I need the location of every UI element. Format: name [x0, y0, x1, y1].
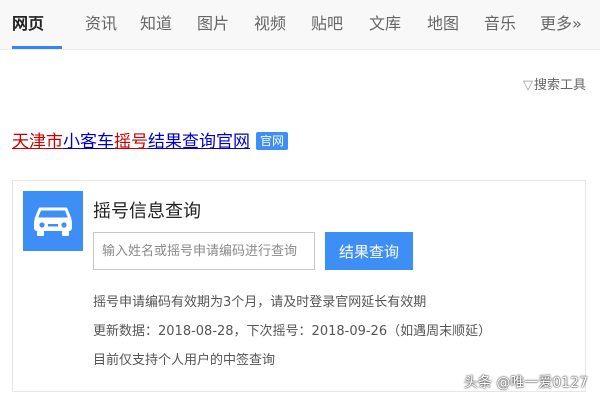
tab-images[interactable]: 图片 [197, 10, 229, 34]
query-button[interactable]: 结果查询 [325, 232, 413, 270]
search-tools-label: 搜索工具 [533, 78, 586, 93]
tab-map[interactable]: 地图 [427, 10, 459, 34]
info-line: 更新数据：2018-08-28，下次摇号：2018-09-26（如遇周末顺延） [93, 324, 492, 339]
query-heading: 摇号信息查询 [93, 201, 201, 222]
info-line: 目前仅支持个人用户的中签查询 [93, 353, 276, 368]
tab-wenku[interactable]: 文库 [369, 10, 401, 34]
car-icon [23, 191, 83, 251]
tab-web[interactable]: 网页 [12, 10, 44, 34]
funnel-icon: ▽ [522, 78, 533, 93]
search-tools-button[interactable]: ▽搜索工具 [523, 74, 586, 93]
result-title-part[interactable]: 小客车 [63, 132, 114, 152]
result-title: 天津市小客车摇号结果查询官网 官网 [12, 127, 289, 152]
tab-music[interactable]: 音乐 [484, 10, 516, 34]
tab-news[interactable]: 资讯 [85, 10, 117, 34]
official-badge: 官网 [256, 132, 289, 150]
result-title-part[interactable]: 官网 [216, 132, 250, 152]
info-line: 摇号申请编码有效期为3个月，请及时登录官网延长有效期 [93, 295, 427, 310]
tab-tieba[interactable]: 贴吧 [311, 10, 343, 34]
tab-zhidao[interactable]: 知道 [140, 10, 172, 34]
result-title-part[interactable]: 结果查询 [148, 132, 216, 152]
top-nav: 网页 资讯 知道 图片 视频 贴吧 文库 地图 音乐 更多» [0, 0, 600, 50]
active-tab-indicator [12, 46, 62, 49]
result-title-part[interactable]: 摇号 [114, 132, 148, 152]
lottery-query-card: 摇号信息查询 结果查询 摇号申请编码有效期为3个月，请及时登录官网延长有效期 更… [12, 180, 586, 392]
tab-more[interactable]: 更多» [540, 10, 582, 34]
result-title-part[interactable]: 天津市 [12, 132, 63, 152]
search-input[interactable] [93, 232, 315, 270]
watermark: 头条 @唯一爱0127 [463, 375, 588, 391]
tab-video[interactable]: 视频 [254, 10, 286, 34]
